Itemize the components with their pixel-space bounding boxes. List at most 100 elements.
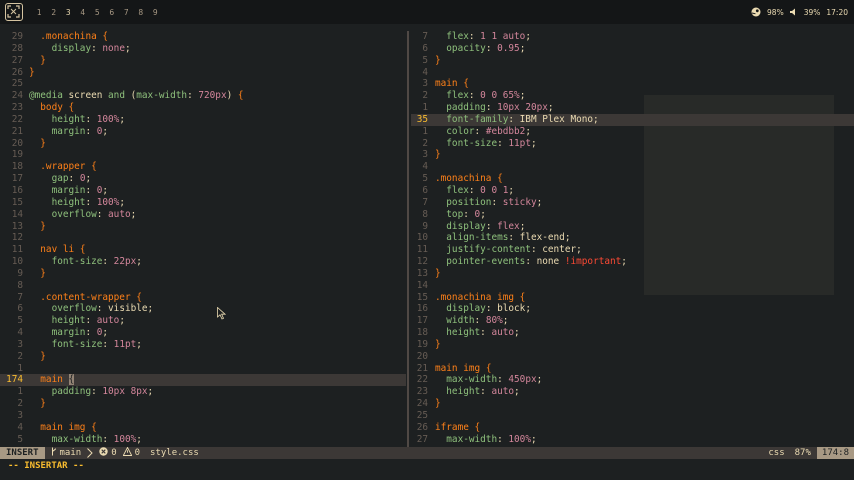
pane-divider[interactable] [407,31,409,447]
code-line[interactable]: 16 display: block; [411,303,854,315]
code-line[interactable]: 3 [0,410,406,422]
code-line[interactable]: 19} [411,339,854,351]
code-line[interactable]: 19 [0,149,406,161]
code-token: 80% [485,315,503,327]
workspace-1[interactable]: 1 [32,8,47,17]
code-line[interactable]: 4 margin: 0; [0,327,406,339]
code-line[interactable]: 7 flex: 1 1 auto; [411,31,854,43]
diagnostics[interactable]: 0 0 [99,446,140,459]
editor-pane-left[interactable]: 29 .monachina {28 display: none; 27 } 26} 2… [0,31,406,447]
code-token: margin [29,125,86,137]
workspace-8[interactable]: 8 [134,8,149,17]
volume-icon[interactable] [789,8,798,16]
workspace-6[interactable]: 6 [105,8,120,17]
code-line[interactable]: 4 [411,161,854,173]
launcher-icon[interactable] [5,3,23,21]
code-line[interactable]: 13 } [0,221,406,233]
code-token: ; [530,433,537,445]
code-line[interactable]: 26 iframe { [411,422,854,434]
code-line[interactable]: 23 body { [0,102,406,114]
code-line[interactable]: 1 [0,363,406,375]
code-line[interactable]: 5 max-width: 100%; [0,434,406,446]
code-line[interactable]: 21 main img { [411,363,854,375]
workspace-7[interactable]: 7 [119,8,134,17]
code-token: : [85,327,97,339]
code-line[interactable]: 1 color: #ebdbb2; [411,126,854,138]
code-text: main { [435,78,469,90]
current-code-line[interactable]: 35 font-family: IBM Plex Mono; [411,113,854,126]
code-line[interactable]: 6 opacity: 0.95; [411,43,854,55]
workspace-5[interactable]: 5 [90,8,105,17]
code-line[interactable]: 27 max-width: 100%; [411,434,854,446]
code-line[interactable]: 16 margin: 0; [0,185,406,197]
code-line[interactable]: 20 [411,351,854,363]
code-line[interactable]: 3 font-size: 11pt; [0,339,406,351]
editor-pane-right[interactable]: 7 flex: 1 1 auto; 6 opacity: 0.95; 5} 4 3 mai… [411,31,854,447]
code-line[interactable]: 4 main img { [0,422,406,434]
code-line[interactable]: 17 width: 80%; [411,315,854,327]
code-token: ; [502,315,509,327]
code-line[interactable]: 20 } [0,138,406,150]
command-line[interactable]: -- INSERTAR -- [0,459,854,480]
code-line[interactable]: 4 [411,67,854,79]
code-line[interactable]: 6 overflow: visible; [0,303,406,315]
workspace-9[interactable]: 9 [148,8,163,17]
code-line[interactable]: 6 flex: 0 0 1; [411,185,854,197]
code-line[interactable]: 11 justify-content: center; [411,244,854,256]
code-line[interactable]: 10 font-size: 22px; [0,256,406,268]
code-line[interactable]: 5} [411,55,854,67]
code-line[interactable]: 12 [0,232,406,244]
code-line[interactable]: 18 .wrapper { [0,161,406,173]
code-line[interactable]: 22 max-width: 450px; [411,374,854,386]
line-number: 1 [422,125,428,137]
code-text: font-size: 11pt; [435,138,536,150]
code-token: padding [29,386,92,398]
code-line[interactable]: 13} [411,268,854,280]
code-line[interactable]: 9 } [0,268,406,280]
code-line[interactable]: 8 top: 0; [411,209,854,221]
code-line[interactable]: 21 margin: 0; [0,126,406,138]
code-line[interactable]: 25 [411,410,854,422]
code-line[interactable]: 28 display: none; [0,43,406,55]
code-line[interactable]: 22 height: 100%; [0,114,406,126]
code-line[interactable]: 27 } [0,55,406,67]
code-line[interactable]: 15 .monachina img { [411,292,854,304]
code-line[interactable]: 14 [411,280,854,292]
code-line[interactable]: 24 @media screen and (max-width: 720px) { [0,90,406,102]
code-line[interactable]: 3} [411,149,854,161]
code-line[interactable]: 25 [0,78,406,90]
code-line[interactable]: 26} [0,67,406,79]
steam-icon[interactable] [751,7,761,17]
code-line[interactable]: 2 flex: 0 0 65%; [411,90,854,102]
code-line[interactable]: 3 main { [411,78,854,90]
workspace-4[interactable]: 4 [76,8,91,17]
code-line[interactable]: 2 } [0,398,406,410]
code-line[interactable]: 5 .monachina { [411,173,854,185]
code-line[interactable]: 15 height: 100%; [0,197,406,209]
code-line[interactable]: 7 .content-wrapper { [0,292,406,304]
workspace-3[interactable]: 3 [61,8,76,17]
line-number: 4 [422,66,428,78]
code-line[interactable]: 8 [0,280,406,292]
workspace-2[interactable]: 2 [47,8,62,17]
code-line[interactable]: 9 display: flex; [411,221,854,233]
code-token: padding [435,102,486,114]
code-text: margin: 0; [29,125,109,138]
code-line[interactable]: 24} [411,398,854,410]
code-line[interactable]: 23 height: auto; [411,386,854,398]
code-line[interactable]: 10 align-items: flex-end; [411,232,854,244]
current-code-line[interactable]: 174 main { [0,374,406,387]
code-line[interactable]: 1 padding: 10px 20px; [411,102,854,114]
code-line[interactable]: 17 gap: 0; [0,173,406,185]
code-line[interactable]: 7 position: sticky; [411,197,854,209]
code-token: ; [525,31,531,42]
code-line[interactable]: 29 .monachina { [0,31,406,43]
code-line[interactable]: 2 } [0,351,406,363]
code-line[interactable]: 1 padding: 10px 8px; [0,386,406,398]
code-line[interactable]: 5 height: auto; [0,315,406,327]
code-line[interactable]: 18 height: auto; [411,327,854,339]
code-line[interactable]: 2 font-size: 11pt; [411,138,854,150]
code-line[interactable]: 11 nav li { [0,244,406,256]
code-line[interactable]: 12 pointer-events: none !important; [411,256,854,268]
code-line[interactable]: 14 overflow: auto; [0,209,406,221]
